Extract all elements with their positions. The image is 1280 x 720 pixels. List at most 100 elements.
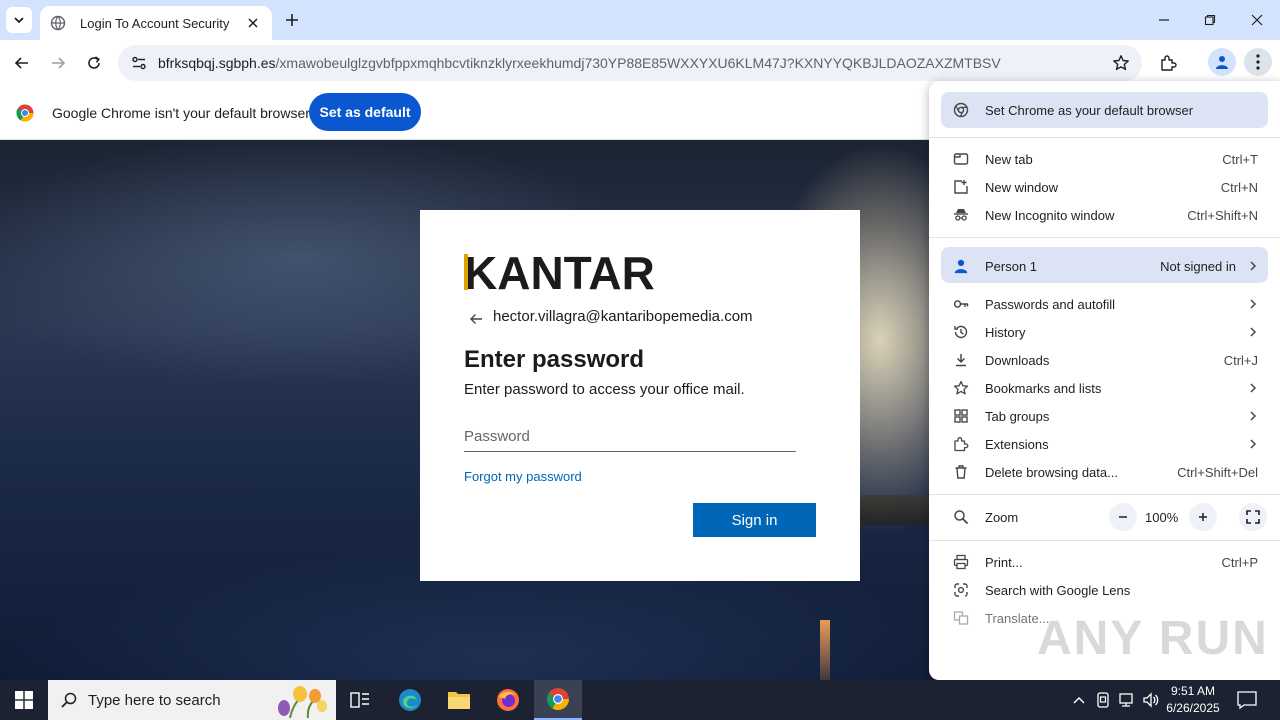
tab-groups-icon (953, 408, 969, 424)
menu-item-new-incognito[interactable]: New Incognito window Ctrl+Shift+N (929, 201, 1280, 229)
chevron-up-icon[interactable] (1070, 691, 1088, 709)
edge-icon (399, 689, 421, 711)
menu-label: New Incognito window (985, 207, 1115, 223)
globe-icon (50, 15, 66, 31)
minimize-icon (1159, 19, 1169, 21)
new-tab-button[interactable] (282, 10, 302, 30)
arrow-right-icon (52, 57, 66, 69)
menu-item-zoom: Zoom 100% (929, 503, 1280, 531)
site-info-icon[interactable] (130, 54, 148, 72)
tab-search-button[interactable] (6, 7, 32, 33)
chevron-down-icon (14, 17, 24, 24)
sign-in-button[interactable]: Sign in (693, 503, 816, 537)
menu-label: Person 1 (985, 258, 1038, 274)
puzzle-icon (953, 436, 969, 452)
menu-label: Downloads (985, 352, 1050, 368)
task-view-icon (350, 692, 369, 708)
back-button[interactable] (10, 51, 34, 75)
notification-icon[interactable] (1236, 690, 1258, 710)
menu-label: Delete browsing data... (985, 464, 1118, 480)
menu-item-new-window[interactable]: New window Ctrl+N (929, 173, 1280, 201)
network-icon[interactable] (1118, 691, 1136, 709)
forward-button[interactable] (46, 51, 70, 75)
taskbar-chrome[interactable] (534, 680, 582, 720)
start-button[interactable] (0, 680, 48, 720)
close-window-button[interactable] (1245, 8, 1269, 32)
menu-label: Print... (985, 554, 1023, 570)
menu-shortcut: Ctrl+J (1223, 352, 1258, 368)
back-arrow-icon[interactable] (468, 311, 484, 327)
menu-shortcut: Ctrl+Shift+N (1187, 207, 1258, 223)
chrome-main-menu: Set Chrome as your default browser New t… (929, 81, 1280, 680)
menu-item-bookmarks[interactable]: Bookmarks and lists (929, 374, 1280, 402)
reload-button[interactable] (82, 51, 106, 75)
chevron-right-icon (1248, 299, 1258, 309)
printer-icon (953, 554, 969, 570)
arrow-left-icon (14, 57, 28, 69)
set-as-default-button[interactable]: Set as default (309, 93, 421, 131)
menu-shortcut: Ctrl+T (1222, 151, 1258, 167)
clock-time: 9:51 AM (1170, 684, 1216, 698)
url-path: /xmawobeulglzgvbfppxmqhbcvtiknzklyrxeekh… (275, 55, 1001, 71)
history-icon (953, 324, 969, 340)
fullscreen-button[interactable] (1239, 503, 1267, 531)
tab-active[interactable]: Login To Account Security (40, 6, 272, 40)
reload-icon (88, 56, 100, 69)
address-bar[interactable]: bfrksqbqj.sgbph.es/xmawobeulglzgvbfppxmq… (118, 45, 1142, 81)
zoom-level: 100% (1145, 509, 1179, 525)
menu-item-set-default[interactable]: Set Chrome as your default browser (929, 96, 1280, 124)
chrome-icon (953, 102, 969, 118)
chrome-menu-button[interactable] (1244, 48, 1272, 76)
more-vertical-icon (1256, 54, 1260, 70)
trash-icon (953, 464, 969, 480)
browser-toolbar: bfrksqbqj.sgbph.es/xmawobeulglzgvbfppxmq… (0, 40, 1280, 86)
menu-item-profile[interactable]: Person 1 Not signed in (929, 252, 1280, 280)
taskbar-file-explorer[interactable] (435, 680, 483, 720)
menu-item-google-lens[interactable]: Search with Google Lens (929, 576, 1280, 604)
password-input[interactable] (464, 422, 796, 452)
translate-icon (953, 610, 969, 626)
taskbar-search-box[interactable]: Type here to search (48, 680, 336, 720)
menu-item-passwords[interactable]: Passwords and autofill (929, 290, 1280, 318)
login-card: KANTAR hector.villagra@kantaribopemedia.… (420, 210, 860, 581)
menu-label: Zoom (985, 509, 1019, 525)
extensions-button[interactable] (1156, 51, 1180, 75)
profile-button[interactable] (1208, 48, 1236, 76)
zoom-out-button[interactable] (1109, 503, 1137, 531)
close-tab-icon[interactable] (244, 14, 262, 32)
menu-label: Bookmarks and lists (985, 380, 1102, 396)
menu-label: Tab groups (985, 408, 1050, 424)
bookmark-star-icon[interactable] (1112, 54, 1130, 72)
menu-label: History (985, 324, 1026, 340)
device-icon[interactable] (1094, 691, 1112, 709)
taskbar-firefox[interactable] (484, 680, 532, 720)
search-highlight-flowers-icon (278, 686, 327, 718)
plus-icon (1199, 513, 1207, 521)
menu-item-new-tab[interactable]: New tab Ctrl+T (929, 145, 1280, 173)
windows-taskbar: Type here to search 9:51 AM 6/26/2025 (0, 680, 1280, 720)
restore-button[interactable] (1198, 8, 1222, 32)
menu-item-tab-groups[interactable]: Tab groups (929, 402, 1280, 430)
infobar-message: Google Chrome isn't your default browser (52, 105, 310, 121)
forgot-password-link[interactable]: Forgot my password (464, 469, 582, 484)
login-title: Enter password (464, 346, 645, 373)
menu-item-delete-data[interactable]: Delete browsing data... Ctrl+Shift+Del (929, 458, 1280, 486)
menu-shortcut: Ctrl+N (1220, 179, 1258, 195)
menu-item-extensions[interactable]: Extensions (929, 430, 1280, 458)
menu-item-downloads[interactable]: Downloads Ctrl+J (929, 346, 1280, 374)
taskbar-edge[interactable] (386, 680, 434, 720)
close-icon (1251, 14, 1263, 26)
zoom-in-button[interactable] (1189, 503, 1217, 531)
chrome-logo-icon (16, 104, 34, 122)
task-view-button[interactable] (336, 680, 384, 720)
menu-item-print[interactable]: Print... Ctrl+P (929, 548, 1280, 576)
firefox-icon (497, 689, 519, 711)
chevron-right-icon (1248, 383, 1258, 393)
taskbar-clock[interactable]: 9:51 AM 6/26/2025 (1160, 683, 1226, 717)
menu-shortcut: Ctrl+Shift+Del (1177, 464, 1258, 480)
menu-shortcut: Ctrl+P (1221, 554, 1258, 570)
menu-label: New tab (985, 151, 1033, 167)
minimize-button[interactable] (1152, 8, 1176, 32)
menu-item-history[interactable]: History (929, 318, 1280, 346)
speaker-icon[interactable] (1142, 691, 1160, 709)
